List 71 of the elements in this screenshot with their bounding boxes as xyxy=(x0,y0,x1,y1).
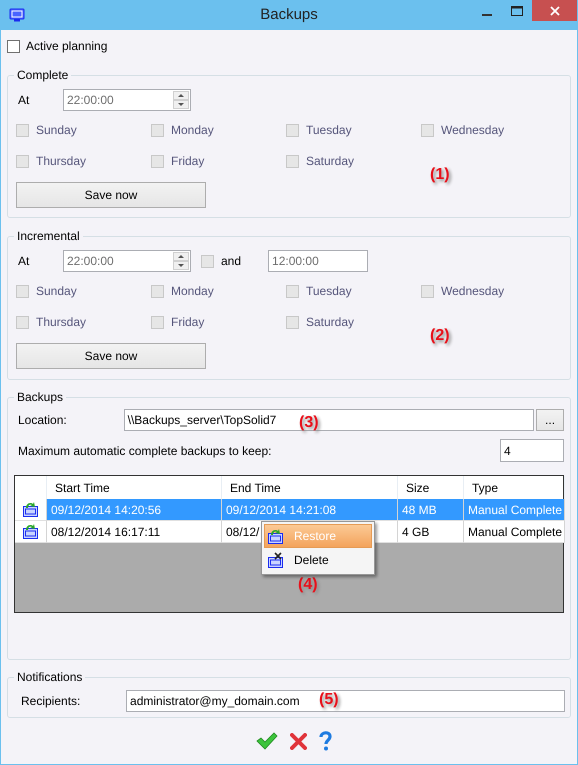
checkbox[interactable] xyxy=(16,154,29,168)
checkbox[interactable] xyxy=(151,284,164,298)
close-button[interactable] xyxy=(532,0,577,21)
cancel-button[interactable] xyxy=(290,732,307,750)
close-icon[interactable] xyxy=(550,6,560,16)
group-title: Backups xyxy=(14,390,66,404)
callout-label: (4) xyxy=(298,576,318,594)
checkbox-label: Monday xyxy=(171,123,214,137)
checkbox-label: Tuesday xyxy=(306,284,352,298)
checkbox-label: Tuesday xyxy=(306,123,352,137)
checkbox-label: Wednesday xyxy=(441,284,504,298)
backup-restore-icon xyxy=(267,528,284,544)
backup-icon xyxy=(22,523,39,540)
checkbox-label: Sunday xyxy=(36,284,77,298)
checkbox-label: Active planning xyxy=(26,39,108,53)
app-icon xyxy=(9,8,25,22)
checkbox[interactable] xyxy=(16,124,29,136)
group-title: Notifications xyxy=(14,670,86,684)
checkbox-label: Monday xyxy=(171,284,214,298)
checkbox[interactable] xyxy=(286,284,299,298)
browse-button[interactable]: ... xyxy=(536,409,564,431)
table-cell: 48 MB xyxy=(398,499,464,521)
checkbox-label: Friday xyxy=(171,154,204,168)
checkbox[interactable] xyxy=(286,316,299,328)
checkbox[interactable] xyxy=(16,316,29,328)
table-cell: Manual Complete xyxy=(464,521,565,543)
checkbox-label: Saturday xyxy=(306,154,354,168)
checkbox-label: Saturday xyxy=(306,315,354,329)
checkbox[interactable] xyxy=(421,284,434,298)
count-field[interactable]: 4 xyxy=(500,439,564,462)
checkbox[interactable] xyxy=(201,254,214,268)
window-title: Backups xyxy=(260,6,318,23)
table-cell: 09/12/2014 14:20:56 xyxy=(47,499,222,521)
time-field[interactable]: 12:00:00 xyxy=(268,250,368,272)
checkbox-label: Sunday xyxy=(36,123,77,137)
checkbox-label: Friday xyxy=(171,315,204,329)
checkbox[interactable] xyxy=(286,154,299,168)
field-label: Maximum automatic complete backups to keep: xyxy=(17,444,272,458)
checkbox[interactable] xyxy=(7,40,20,52)
field-label: Recipients: xyxy=(20,694,82,708)
field-label: At xyxy=(17,93,30,107)
backup-delete-icon xyxy=(267,552,284,568)
checkbox-label: and xyxy=(221,254,242,268)
table-cell: Manual Complete xyxy=(464,499,565,521)
save-now-button[interactable]: Save now xyxy=(16,182,206,208)
checkbox-label: Thursday xyxy=(36,315,86,329)
checkbox-label: Wednesday xyxy=(441,123,504,137)
menu-item[interactable]: Delete xyxy=(264,548,372,572)
checkbox[interactable] xyxy=(286,124,299,136)
table-cell: 08/12/2014 16:17:11 xyxy=(47,521,222,543)
checkbox-label: Thursday xyxy=(36,154,86,168)
checkbox[interactable] xyxy=(151,124,164,136)
callout-label: (5) xyxy=(319,691,339,709)
save-now-button[interactable]: Save now xyxy=(16,343,206,369)
callout-label: (2) xyxy=(430,327,450,345)
callout-label: (1) xyxy=(430,166,450,184)
field-label: At xyxy=(17,254,30,268)
checkbox[interactable] xyxy=(421,124,434,136)
checkbox[interactable] xyxy=(16,284,29,298)
checkbox[interactable] xyxy=(151,316,164,328)
table-cell: 4 GB xyxy=(398,521,464,543)
maximize-icon[interactable] xyxy=(511,6,523,16)
table-cell: 09/12/2014 14:21:08 xyxy=(222,499,398,521)
checkbox[interactable] xyxy=(151,154,164,168)
group-title: Incremental xyxy=(14,229,83,243)
callout-label: (3) xyxy=(299,414,319,432)
group-title: Complete xyxy=(14,68,72,82)
help-button[interactable] xyxy=(319,731,332,751)
field-label: Location: xyxy=(17,413,68,427)
backup-icon xyxy=(22,501,39,518)
ok-button[interactable] xyxy=(256,732,278,750)
